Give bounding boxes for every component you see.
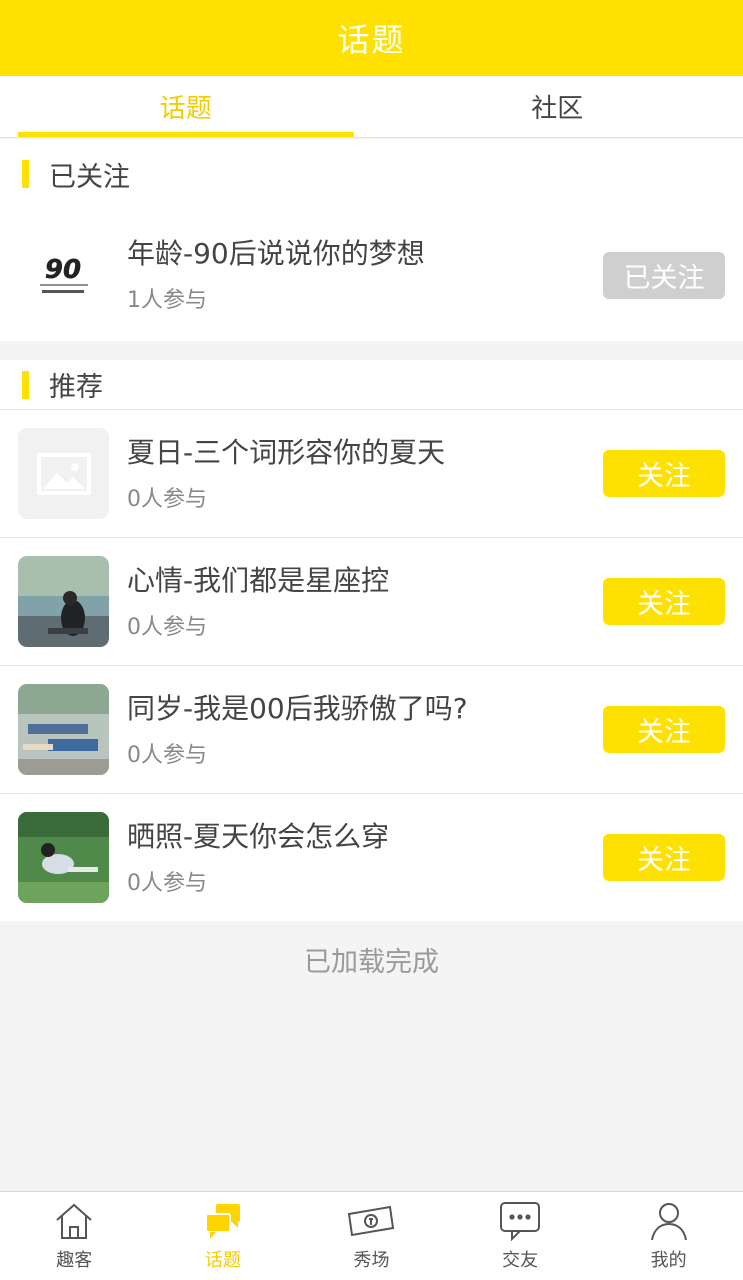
followed-section: 已关注 90 年龄-90后说说你的梦想 1人参与 已关注 <box>0 139 743 341</box>
follow-button[interactable]: 关注 <box>603 578 725 625</box>
nav-label: 趣客 <box>56 1250 93 1271</box>
topic-title: 晒照-夏天你会怎么穿 <box>127 819 390 853</box>
followed-button[interactable]: 已关注 <box>603 251 725 299</box>
participant-count: 1人参与 <box>127 288 207 313</box>
topic-row[interactable]: 同岁-我是00后我骄傲了吗? 0人参与 关注 <box>0 665 743 793</box>
nav-label: 我的 <box>650 1250 687 1271</box>
svg-text:90: 90 <box>45 255 81 285</box>
topic-title: 年龄-90后说说你的梦想 <box>127 237 425 270</box>
nav-item-show[interactable]: 秀场 <box>297 1192 446 1280</box>
topic-title: 夏日-三个词形容你的夏天 <box>127 435 446 469</box>
nav-item-friends[interactable]: 交友 <box>446 1192 595 1280</box>
section-marker <box>22 370 29 399</box>
participant-count: 0人参与 <box>127 614 207 640</box>
grass-photo-thumbnail <box>18 812 109 903</box>
load-complete-status: 已加载完成 <box>304 947 439 978</box>
participant-count: 0人参与 <box>127 870 207 896</box>
tab-bar: 话题 社区 <box>0 76 743 138</box>
tab-topics[interactable]: 话题 <box>0 76 372 137</box>
participant-count: 0人参与 <box>127 486 207 512</box>
title-bar: 话题 <box>0 0 743 76</box>
person-icon <box>648 1198 690 1244</box>
tab-community[interactable]: 社区 <box>372 76 743 137</box>
section-title: 推荐 <box>49 372 103 403</box>
section-header-recommended: 推荐 <box>0 360 743 409</box>
image-placeholder-icon <box>18 428 109 519</box>
nav-label: 秀场 <box>353 1250 390 1271</box>
money-icon <box>346 1198 396 1244</box>
participant-count: 0人参与 <box>127 742 207 768</box>
message-icon <box>498 1198 542 1244</box>
nav-label: 交友 <box>502 1250 539 1271</box>
nav-item-home[interactable]: 趣客 <box>0 1192 149 1280</box>
nav-label: 话题 <box>204 1250 241 1271</box>
90-logo-thumbnail: 90 <box>18 229 109 321</box>
section-title: 已关注 <box>49 161 130 193</box>
topic-title: 心情-我们都是星座控 <box>127 563 390 597</box>
topic-row[interactable]: 夏日-三个词形容你的夏天 0人参与 关注 <box>0 409 743 537</box>
recommended-section: 推荐 夏日-三个词形容你的夏天 0人参与 关注 心情-我们都是星座控 0人参与 … <box>0 360 743 921</box>
topic-title: 同岁-我是00后我骄傲了吗? <box>127 691 468 725</box>
follow-button[interactable]: 关注 <box>603 706 725 753</box>
nav-item-topics[interactable]: 话题 <box>149 1192 298 1280</box>
topic-row[interactable]: 心情-我们都是星座控 0人参与 关注 <box>0 537 743 665</box>
page-title: 话题 <box>337 21 406 59</box>
topic-row[interactable]: 晒照-夏天你会怎么穿 0人参与 关注 <box>0 793 743 921</box>
home-icon <box>53 1198 95 1244</box>
chat-bubbles-icon <box>202 1198 244 1244</box>
topic-row[interactable]: 90 年龄-90后说说你的梦想 1人参与 已关注 <box>0 209 743 341</box>
section-header-followed: 已关注 <box>0 139 743 209</box>
bottom-navigation: 趣客 话题 秀场 交友 我的 <box>0 1191 743 1280</box>
seaside-photo-thumbnail <box>18 556 109 647</box>
nav-item-mine[interactable]: 我的 <box>594 1192 743 1280</box>
section-marker <box>22 160 29 188</box>
classroom-photo-thumbnail <box>18 684 109 775</box>
follow-button[interactable]: 关注 <box>603 834 725 881</box>
follow-button[interactable]: 关注 <box>603 450 725 497</box>
